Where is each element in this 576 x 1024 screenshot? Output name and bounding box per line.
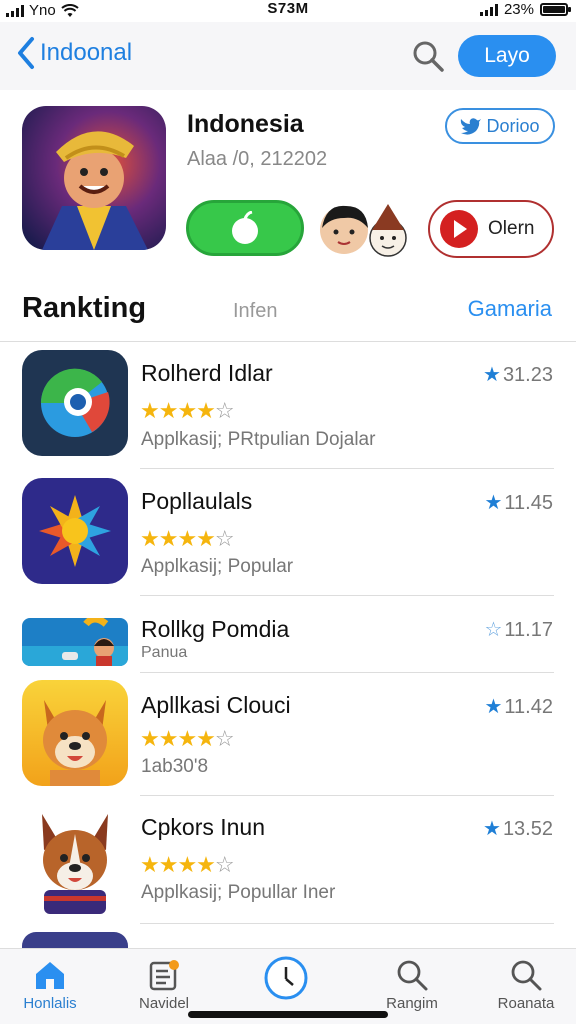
play-label: Olern [488,218,535,239]
row-divider [140,595,554,596]
status-bar: Yno S73M 23% [0,0,576,22]
app-name: Cpkors Inun [141,814,266,840]
app-name: Apllkasi Clouci [141,692,291,718]
rating-star-icon: ★ [483,364,501,386]
list-item[interactable]: Rolherd Idlar ★★★★☆ Applkasij; PRtpulian… [0,350,576,470]
home-icon [36,962,64,989]
tab-compass[interactable] [236,953,336,1003]
list-item[interactable]: Rollkg Pomdia Panua ☆ 11.17 [0,600,576,674]
search-icon [397,960,428,991]
list-item[interactable]: Apllkasi Clouci ★★★★☆ 1ab30'8 ★ 11.42 [0,680,576,798]
section-see-all-link[interactable]: Gamaria [468,296,552,322]
row-divider [140,923,554,924]
app-rating: ★ 11.45 [484,492,553,514]
section-filter-tab[interactable]: Infen [233,300,277,323]
cell-signal-icon [479,3,498,16]
app-description: Panua [141,644,188,661]
back-label: Indoonal [40,39,133,66]
tab-search[interactable]: Roanata [476,955,576,1012]
section-title: Rankting [22,292,147,324]
featured-app-subtitle: Alaa /0, 212202 [187,148,328,170]
rating-star-icon: ★ [483,818,501,840]
app-icon[interactable] [22,618,128,666]
primary-button[interactable]: Layo [458,35,556,77]
friends-avatars [318,200,412,258]
app-description: Applkasij; PRtpulian Dojalar [141,429,376,450]
tab-label: Roanata [497,995,555,1012]
tab-news[interactable]: Navidel [114,955,214,1012]
tab-ranking[interactable]: Rangim [362,955,462,1012]
list-item[interactable]: Popllaulals ★★★★☆ Applkasij; Popular ★ 11… [0,478,576,598]
app-rating: ★ 31.23 [483,364,553,386]
app-name: Rollkg Pomdia [141,616,290,642]
rating-star-icon: ☆ [484,619,503,641]
list-item[interactable]: Cpkors Inun ★★★★☆ Applkasij; Popullar In… [0,804,576,926]
star-rating: ★★★★☆ [140,726,235,751]
app-icon[interactable] [22,478,128,584]
compass-icon [264,956,308,1000]
battery-icon [540,3,571,16]
navigation-bar: Indoonal Layo [0,22,576,90]
app-icon[interactable] [22,932,128,948]
row-divider [140,672,554,673]
row-divider [140,795,554,796]
featured-app-title: Indonesia [187,110,304,138]
play-button[interactable]: Olern [428,200,554,258]
list-item[interactable] [0,932,576,948]
app-name: Rolherd Idlar [141,360,273,386]
ranking-header: Rankting Infen Gamaria [0,280,576,342]
news-icon [149,960,179,991]
app-rating: ★ 13.52 [483,818,553,840]
rating-star-icon: ★ [484,492,503,514]
app-rating: ★ 11.42 [484,696,553,718]
search-icon[interactable] [410,38,446,74]
rating-star-icon: ★ [484,696,503,718]
star-rating: ★★★★☆ [140,526,235,551]
app-rating: ☆ 11.17 [484,619,553,641]
play-icon [440,210,478,248]
search-icon [511,960,542,991]
app-icon[interactable] [22,680,128,786]
star-rating: ★★★★☆ [140,852,235,877]
featured-app-icon[interactable] [22,106,166,250]
back-button[interactable]: Indoonal [16,36,132,70]
home-indicator [188,1011,388,1018]
featured-badge-button[interactable]: Dorioo [445,108,555,144]
battery-percent: 23% [503,1,534,18]
tab-label: Honlalis [23,995,77,1012]
chevron-left-icon [18,37,34,69]
bird-icon [461,118,482,135]
app-icon[interactable] [22,804,128,914]
tab-label: Navidel [138,995,190,1012]
app-description: Applkasij; Popullar Iner [141,882,336,903]
app-name: Popllaulals [141,488,253,514]
featured-app-card: Indonesia Alaa /0, 212202 Dorioo Olern [0,90,576,270]
tab-home[interactable]: Honlalis [0,955,100,1012]
app-description: 1ab30'8 [141,756,209,777]
get-button[interactable] [186,200,304,256]
app-description: Applkasij; Popular [141,556,294,577]
row-divider [140,468,554,469]
featured-badge-label: Dorioo [486,115,540,136]
tab-label: Rangim [386,995,438,1012]
apple-icon [232,211,258,244]
star-rating: ★★★★☆ [140,398,235,423]
app-icon[interactable] [22,350,128,456]
